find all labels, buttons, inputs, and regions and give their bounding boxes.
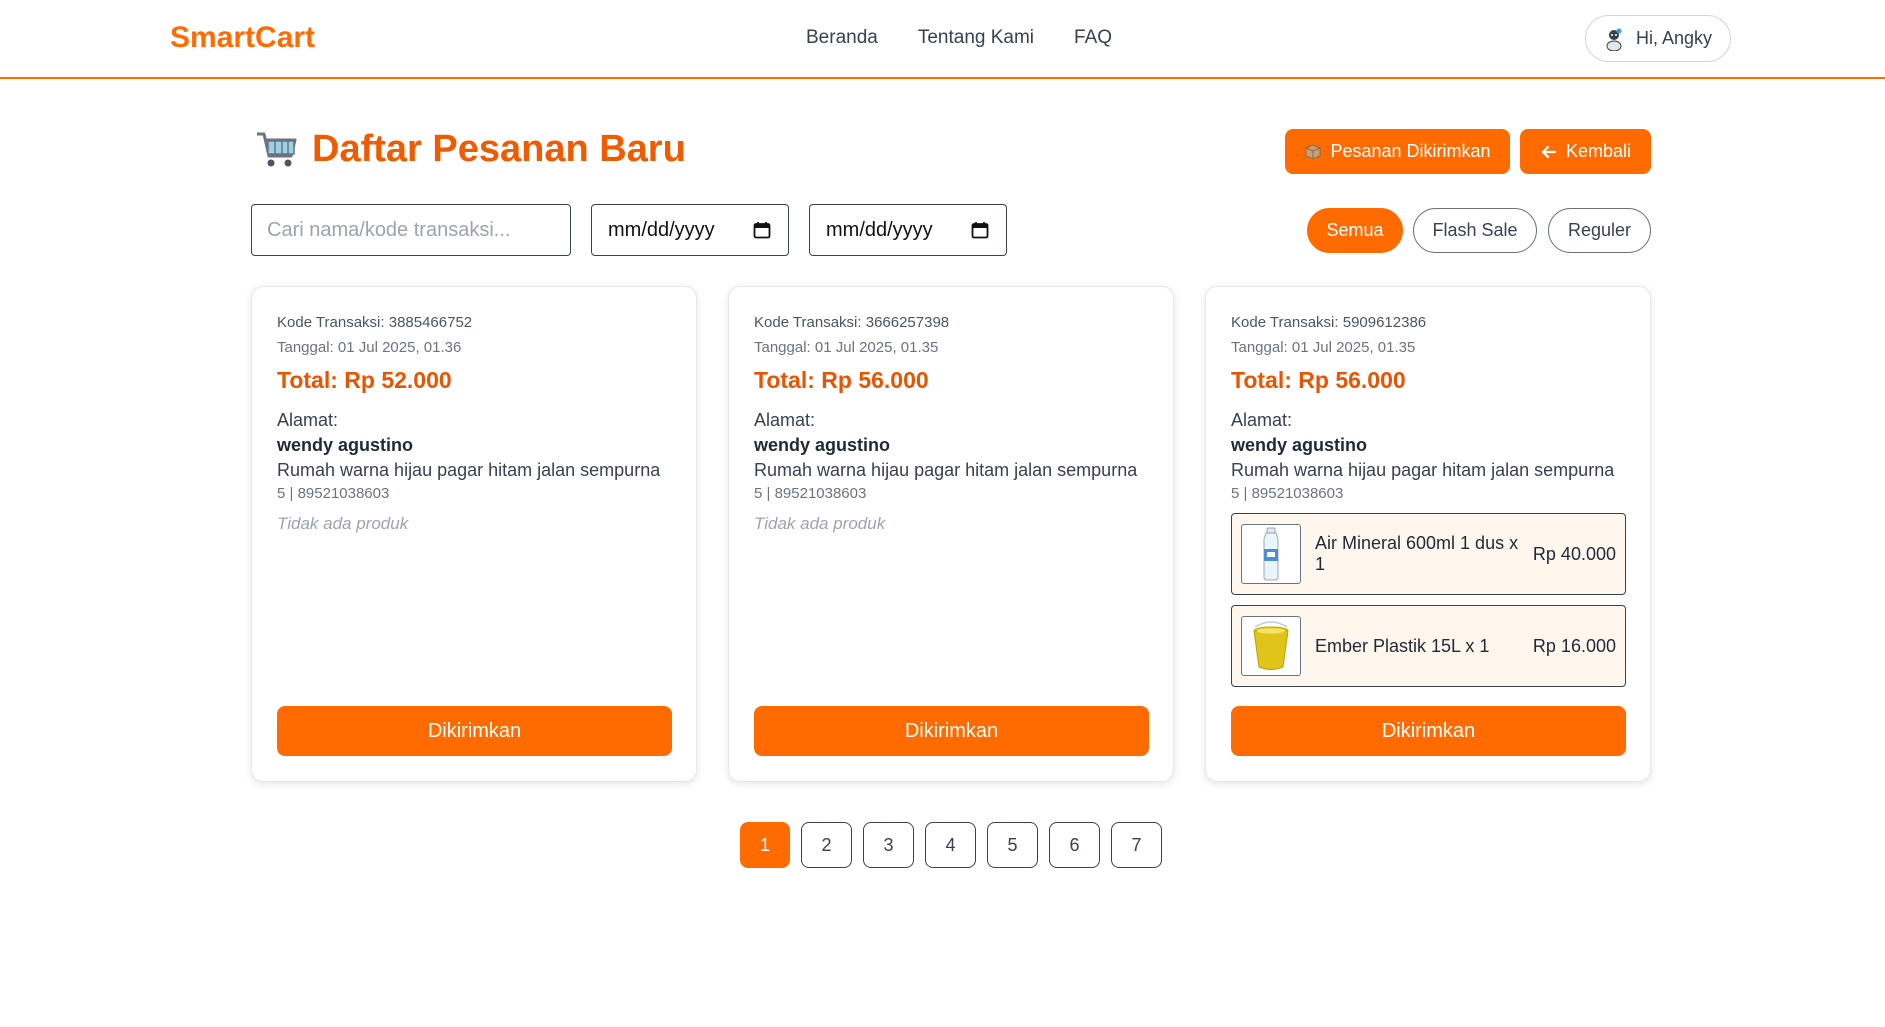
order-date: Tanggal: 01 Jul 2025, 01.35 [754, 339, 939, 356]
page-button-4[interactable]: 4 [925, 822, 976, 868]
back-button[interactable]: Kembali [1520, 129, 1651, 174]
product-price: Rp 16.000 [1532, 635, 1616, 656]
shopping-cart-icon [257, 132, 297, 167]
no-products-text: Tidak ada produk [754, 514, 886, 533]
page-button-7[interactable]: 7 [1111, 822, 1162, 868]
top-navbar: SmartCart Beranda Tentang Kami FAQ Hi, A… [0, 0, 1885, 79]
customer-address: Rumah warna hijau pagar hitam jalan semp… [754, 460, 1138, 480]
customer-address: Rumah warna hijau pagar hitam jalan semp… [1231, 460, 1615, 480]
order-total: Total: Rp 52.000 [277, 367, 452, 393]
ship-order-button[interactable]: Dikirimkan [754, 706, 1149, 756]
nav-link-faq[interactable]: FAQ [1074, 27, 1112, 49]
no-products-text: Tidak ada produk [277, 514, 409, 533]
address-label: Alamat: [277, 410, 339, 430]
filter-semua-button[interactable]: Semua [1307, 208, 1403, 253]
order-date: Tanggal: 01 Jul 2025, 01.35 [1231, 339, 1416, 356]
product-thumbnail [1241, 616, 1301, 676]
user-greeting: Hi, Angky [1636, 28, 1713, 48]
product-name: Air Mineral 600ml 1 dus x 1 [1315, 533, 1519, 574]
order-total: Total: Rp 56.000 [754, 367, 929, 393]
customer-phone: 5 | 89521038603 [1231, 485, 1344, 502]
product-price: Rp 40.000 [1532, 543, 1616, 564]
filter-flash-sale-button[interactable]: Flash Sale [1413, 208, 1537, 253]
customer-address: Rumah warna hijau pagar hitam jalan semp… [277, 460, 661, 480]
ship-order-button[interactable]: Dikirimkan [277, 706, 672, 756]
filter-reguler-button[interactable]: Reguler [1548, 208, 1651, 253]
order-card: Kode Transaksi: 3885466752 Tanggal: 01 J… [251, 286, 697, 782]
address-label: Alamat: [1231, 410, 1293, 430]
water-bottle-icon [1263, 527, 1279, 581]
order-total: Total: Rp 56.000 [1231, 367, 1406, 393]
calendar-icon[interactable] [753, 221, 771, 239]
user-avatar-icon [1606, 28, 1622, 51]
order-date: Tanggal: 01 Jul 2025, 01.36 [277, 339, 462, 356]
order-card: Kode Transaksi: 5909612386 Tanggal: 01 J… [1205, 286, 1651, 782]
customer-phone: 5 | 89521038603 [277, 485, 390, 502]
product-name: Ember Plastik 15L x 1 [1315, 635, 1490, 656]
order-product-item: Air Mineral 600ml 1 dus x 1 Rp 40.000 [1231, 513, 1626, 595]
page-button-6[interactable]: 6 [1049, 822, 1100, 868]
product-thumbnail [1241, 524, 1301, 584]
back-label: Kembali [1565, 141, 1632, 161]
date-from-value: mm/dd/yyyy [608, 218, 715, 241]
customer-name: wendy agustino [1231, 435, 1368, 455]
transaction-code: Kode Transaksi: 5909612386 [1231, 314, 1427, 331]
ship-order-button[interactable]: Dikirimkan [1231, 706, 1626, 756]
shipped-orders-label: Pesanan Dikirimkan [1330, 141, 1491, 161]
page-button-1[interactable]: 1 [740, 822, 790, 868]
nav-link-beranda[interactable]: Beranda [806, 27, 878, 49]
package-icon [1305, 143, 1321, 160]
pagination: 1 2 3 4 5 6 7 [740, 822, 1162, 868]
transaction-code: Kode Transaksi: 3885466752 [277, 314, 473, 331]
address-label: Alamat: [754, 410, 816, 430]
user-menu-button[interactable]: Hi, Angky [1585, 15, 1731, 62]
customer-name: wendy agustino [754, 435, 891, 455]
date-to-input[interactable]: mm/dd/yyyy [809, 204, 1007, 256]
transaction-code: Kode Transaksi: 3666257398 [754, 314, 950, 331]
page-button-2[interactable]: 2 [801, 822, 852, 868]
date-to-value: mm/dd/yyyy [826, 218, 933, 241]
page-button-3[interactable]: 3 [863, 822, 914, 868]
order-product-item: Ember Plastik 15L x 1 Rp 16.000 [1231, 605, 1626, 687]
bucket-icon [1253, 621, 1289, 670]
order-card: Kode Transaksi: 3666257398 Tanggal: 01 J… [728, 286, 1174, 782]
calendar-icon[interactable] [971, 221, 989, 239]
page-title: Daftar Pesanan Baru [312, 128, 686, 170]
page-button-5[interactable]: 5 [987, 822, 1038, 868]
customer-phone: 5 | 89521038603 [754, 485, 867, 502]
arrow-left-icon [1541, 145, 1557, 158]
nav-link-tentang-kami[interactable]: Tentang Kami [918, 27, 1034, 49]
main-nav: Beranda Tentang Kami FAQ [806, 27, 1112, 49]
search-input[interactable] [251, 204, 571, 256]
date-from-input[interactable]: mm/dd/yyyy [591, 204, 789, 256]
customer-name: wendy agustino [277, 435, 414, 455]
brand-logo[interactable]: SmartCart [170, 21, 315, 55]
shipped-orders-button[interactable]: Pesanan Dikirimkan [1285, 129, 1510, 174]
